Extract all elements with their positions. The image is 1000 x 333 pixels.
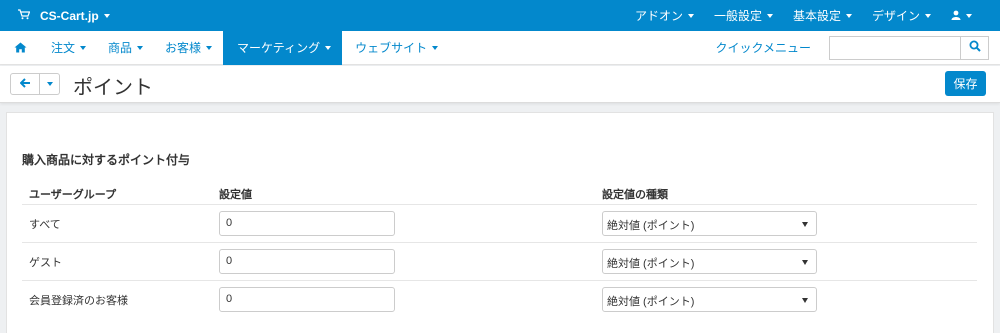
quick-menu-link[interactable]: クイックメニュー — [715, 39, 829, 56]
chevron-down-icon — [46, 82, 53, 86]
chevron-down-icon — [802, 298, 808, 303]
nav-customers[interactable]: お客様 — [154, 31, 223, 65]
value-input[interactable]: 0 — [219, 211, 395, 236]
chevron-down-icon — [802, 222, 808, 227]
chevron-down-icon — [80, 45, 87, 50]
chevron-down-icon — [137, 45, 144, 50]
menu-general-settings[interactable]: 一般設定 — [704, 0, 783, 31]
usergroup-label: すべて — [29, 219, 61, 231]
search-input[interactable] — [829, 35, 960, 60]
section-title: 購入商品に対するポイント付与 — [22, 153, 191, 167]
table-row: 会員登録済のお客様 0 絶対値 (ポイント) — [22, 281, 977, 319]
back-arrow-icon — [19, 77, 31, 91]
chevron-down-icon — [103, 13, 110, 18]
value-input[interactable]: 0 — [219, 287, 395, 312]
usergroup-label: ゲスト — [29, 257, 62, 269]
user-menu[interactable] — [941, 0, 1000, 31]
top-bar: CS-Cart.jp アドオン 一般設定 基本設定 デザイン — [0, 0, 1000, 31]
table-row: ゲスト 0 絶対値 (ポイント) — [22, 243, 977, 281]
menu-design-label: デザイン — [871, 9, 920, 23]
menu-general-settings-label: 一般設定 — [713, 9, 762, 23]
nav-orders[interactable]: 注文 — [40, 31, 97, 65]
usergroup-label: 会員登録済のお客様 — [29, 295, 128, 307]
back-button-group — [10, 73, 60, 95]
store-name: CS-Cart.jp — [40, 8, 99, 23]
column-header-usergroup: ユーザーグループ — [29, 189, 117, 201]
column-header-value: 設定値 — [219, 189, 252, 201]
value-type-select[interactable]: 絶対値 (ポイント) — [602, 211, 817, 236]
menu-addons-label: アドオン — [634, 9, 683, 23]
home-icon[interactable] — [0, 31, 40, 65]
chevron-down-icon — [802, 260, 808, 265]
chevron-down-icon — [432, 45, 439, 50]
value-type-selected: 絶対値 (ポイント) — [607, 296, 695, 308]
nav-marketing-label: マーケティング — [237, 41, 321, 55]
store-switcher[interactable]: CS-Cart.jp — [0, 9, 110, 23]
chevron-down-icon — [766, 13, 773, 18]
menu-addons[interactable]: アドオン — [625, 0, 704, 31]
chevron-down-icon — [845, 13, 852, 18]
value-type-select[interactable]: 絶対値 (ポイント) — [602, 249, 817, 274]
table-row: すべて 0 絶対値 (ポイント) — [22, 205, 977, 243]
cart-icon — [18, 8, 31, 23]
value-type-selected: 絶対値 (ポイント) — [607, 258, 695, 270]
content-panel: 購入商品に対するポイント付与 ユーザーグループ 設定値 設定値の種類 すべて 0… — [6, 112, 994, 333]
chevron-down-icon — [687, 13, 694, 18]
search-box — [829, 35, 989, 60]
chevron-down-icon — [325, 45, 332, 50]
chevron-down-icon — [206, 45, 213, 50]
chevron-down-icon — [966, 13, 972, 18]
nav-customers-label: お客様 — [165, 41, 202, 55]
value-type-select[interactable]: 絶対値 (ポイント) — [602, 287, 817, 312]
nav-website-label: ウェブサイト — [355, 41, 428, 55]
nav-marketing[interactable]: マーケティング — [223, 30, 343, 65]
back-history-dropdown[interactable] — [40, 73, 60, 95]
value-type-selected: 絶対値 (ポイント) — [607, 220, 695, 232]
nav-website[interactable]: ウェブサイト — [342, 31, 449, 65]
table-header: ユーザーグループ 設定値 設定値の種類 — [22, 183, 977, 205]
user-icon — [951, 9, 961, 23]
back-button[interactable] — [10, 73, 40, 95]
search-button[interactable] — [960, 35, 989, 60]
nav-products[interactable]: 商品 — [97, 31, 154, 65]
save-button[interactable]: 保存 — [945, 71, 986, 96]
nav-products-label: 商品 — [108, 41, 133, 55]
menu-basic-settings-label: 基本設定 — [792, 9, 841, 23]
menu-design[interactable]: デザイン — [862, 0, 941, 31]
menu-basic-settings[interactable]: 基本設定 — [783, 0, 862, 31]
search-icon — [969, 40, 981, 55]
chevron-down-icon — [925, 13, 931, 18]
title-bar: ポイント 保存 — [0, 66, 1000, 103]
page-title: ポイント — [73, 77, 153, 99]
column-header-type: 設定値の種類 — [602, 189, 668, 201]
value-input[interactable]: 0 — [219, 249, 395, 274]
main-nav: 注文 商品 お客様 マーケティング ウェブサイト クイックメニュー — [0, 30, 1000, 65]
nav-orders-label: 注文 — [51, 41, 76, 55]
